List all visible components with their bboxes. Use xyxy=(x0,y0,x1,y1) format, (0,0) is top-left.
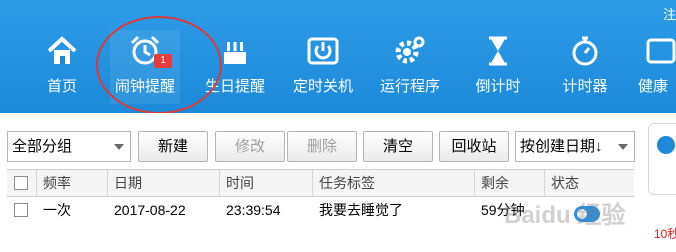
main-content: 全部分组 新建 修改 删除 清空 回收站 按创建日期↓ 频率 日期 时间 任务标… xyxy=(0,113,676,252)
recycle-bin-button[interactable]: 回收站 xyxy=(439,131,509,162)
birthday-cake-icon xyxy=(224,42,246,64)
sort-select[interactable]: 按创建日期↓ xyxy=(515,131,635,162)
row-task-label: 我要去睡觉了 xyxy=(319,202,403,218)
chat-bubble-icon xyxy=(657,136,675,154)
side-panel-card[interactable] xyxy=(648,123,676,195)
highlight-ring-annotation xyxy=(96,16,222,114)
chevron-down-icon xyxy=(618,144,628,150)
row-checkbox[interactable] xyxy=(14,203,28,217)
edit-button[interactable]: 修改 xyxy=(215,131,285,162)
nav-run-program[interactable]: 运行程序 xyxy=(375,30,445,104)
row-time: 23:39:54 xyxy=(226,202,281,218)
watermark-text: Baidu 经验 xyxy=(504,202,626,229)
nav-health[interactable]: 健康 xyxy=(638,30,676,104)
delete-button[interactable]: 删除 xyxy=(287,131,357,162)
hourglass-icon xyxy=(489,36,507,66)
row-select-cell xyxy=(7,197,37,224)
top-navigation-bar: 注 首页 1 闹钟提醒 生日提醒 定时关机 运行程序 倒计时 计时器 健康 xyxy=(0,0,676,114)
header-select-all-cell xyxy=(7,170,37,197)
top-right-text[interactable]: 注 xyxy=(663,4,676,23)
nav-health-label: 健康 xyxy=(638,78,669,95)
nav-countdown[interactable]: 倒计时 xyxy=(463,30,533,104)
table-header: 频率 日期 时间 任务标签 剩余 状态 xyxy=(7,169,634,197)
nav-shutdown-label: 定时关机 xyxy=(292,78,353,95)
select-all-checkbox[interactable] xyxy=(14,176,28,190)
clear-button[interactable]: 清空 xyxy=(363,131,433,162)
group-select[interactable]: 全部分组 xyxy=(7,131,131,162)
header-date[interactable]: 日期 xyxy=(108,170,220,197)
header-remaining[interactable]: 剩余 xyxy=(475,170,545,197)
sort-select-value: 按创建日期↓ xyxy=(520,138,603,155)
power-icon xyxy=(307,37,339,65)
stopwatch-icon xyxy=(572,36,598,66)
nav-home-label: 首页 xyxy=(46,78,77,95)
nav-countdown-label: 倒计时 xyxy=(475,78,521,95)
new-button[interactable]: 新建 xyxy=(138,131,208,162)
row-date: 2017-08-22 xyxy=(114,202,186,218)
chevron-down-icon xyxy=(114,144,124,150)
header-time[interactable]: 时间 xyxy=(220,170,313,197)
group-select-value: 全部分组 xyxy=(12,138,73,155)
health-icon xyxy=(646,38,676,64)
row-frequency: 一次 xyxy=(43,202,71,218)
header-status[interactable]: 状态 xyxy=(545,170,634,197)
side-red-text: 10秒 xyxy=(654,227,676,241)
nav-stopwatch-label: 计时器 xyxy=(562,78,608,95)
nav-home[interactable]: 首页 xyxy=(27,30,97,104)
home-icon xyxy=(47,36,77,64)
header-task-label[interactable]: 任务标签 xyxy=(313,170,475,197)
nav-stopwatch[interactable]: 计时器 xyxy=(550,30,620,104)
header-frequency[interactable]: 频率 xyxy=(37,170,108,197)
nav-shutdown[interactable]: 定时关机 xyxy=(288,30,358,104)
nav-run-program-label: 运行程序 xyxy=(379,78,440,95)
gear-icon xyxy=(395,36,425,64)
